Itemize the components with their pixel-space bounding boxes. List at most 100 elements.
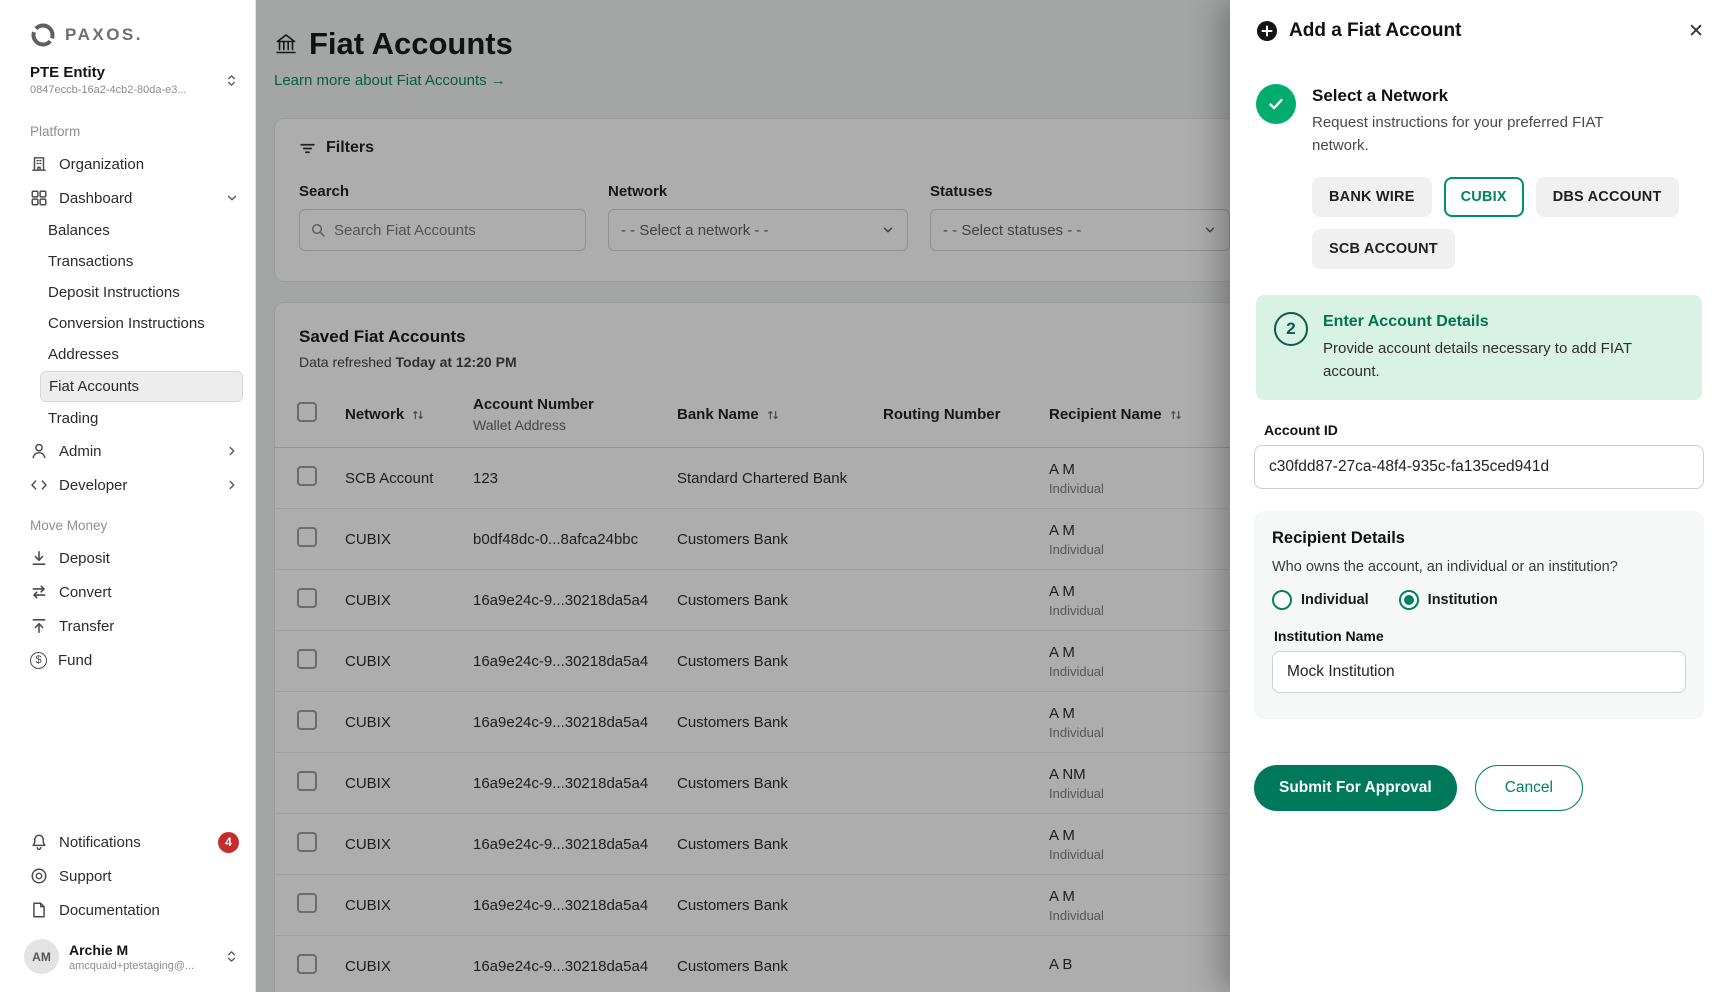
sidebar-item-addresses[interactable]: Addresses xyxy=(0,339,255,370)
sidebar-item-label: Notifications xyxy=(59,833,141,851)
chevrons-updown-icon xyxy=(227,951,236,962)
sidebar-item-fund[interactable]: $ Fund xyxy=(0,643,255,677)
step-select-network: Select a Network Request instructions fo… xyxy=(1230,58,1728,157)
dashboard-subnav: Balances Transactions Deposit Instructio… xyxy=(0,215,255,434)
sidebar-item-notifications[interactable]: Notifications 4 xyxy=(0,825,255,859)
network-option-cubix[interactable]: CUBIX xyxy=(1443,177,1524,217)
avatar: AM xyxy=(24,939,59,974)
paxos-logo-icon xyxy=(31,23,55,47)
sidebar-item-documentation[interactable]: Documentation xyxy=(0,893,255,927)
institution-name-label: Institution Name xyxy=(1274,628,1384,644)
lifebuoy-icon xyxy=(31,868,47,884)
step-enter-account-details: 2 Enter Account Details Provide account … xyxy=(1256,295,1702,400)
arrow-up-icon xyxy=(32,619,46,633)
app-root: PAXOS. PTE Entity 0847eccb-16a2-4cb2-80d… xyxy=(0,0,1728,992)
network-option-scb-account[interactable]: SCB ACCOUNT xyxy=(1312,229,1455,269)
radio-individual-label: Individual xyxy=(1301,592,1369,608)
network-option-bank-wire[interactable]: BANK WIRE xyxy=(1312,177,1432,217)
submit-for-approval-button[interactable]: Submit For Approval xyxy=(1254,765,1457,811)
sidebar-item-organization[interactable]: Organization xyxy=(0,147,255,181)
close-icon[interactable]: ✕ xyxy=(1688,22,1704,41)
document-icon xyxy=(33,902,45,918)
step2-title: Enter Account Details xyxy=(1323,313,1489,330)
sidebar-item-transfer[interactable]: Transfer xyxy=(0,609,255,643)
sidebar-item-label: Transfer xyxy=(59,617,115,635)
grid-icon xyxy=(31,190,47,206)
dollar-circle-icon: $ xyxy=(30,651,47,669)
step2-text: Enter Account Details Provide account de… xyxy=(1323,312,1653,383)
sidebar-item-label: Documentation xyxy=(59,901,160,919)
network-options: BANK WIRE CUBIX DBS ACCOUNT SCB ACCOUNT xyxy=(1312,177,1704,269)
chevron-right-icon xyxy=(229,446,235,456)
entity-name: PTE Entity xyxy=(30,64,106,81)
notifications-badge: 4 xyxy=(218,831,239,853)
building-icon xyxy=(32,157,46,171)
sidebar-item-convert[interactable]: Convert xyxy=(0,575,255,609)
bell-icon xyxy=(32,834,46,850)
drawer-header: Add a Fiat Account ✕ xyxy=(1230,0,1728,58)
radio-institution-label: Institution xyxy=(1427,592,1498,608)
sidebar-item-label: Deposit xyxy=(59,549,110,567)
sidebar-item-developer[interactable]: Developer xyxy=(0,468,255,502)
sidebar: PAXOS. PTE Entity 0847eccb-16a2-4cb2-80d… xyxy=(0,0,256,992)
user-name: Archie M xyxy=(69,941,129,958)
recipient-details-panel: Recipient Details Who owns the account, … xyxy=(1254,511,1704,719)
user-menu[interactable]: AM Archie M amcquaid+ptestaging@... xyxy=(0,927,255,982)
entity-id: 0847eccb-16a2-4cb2-80da-e3... xyxy=(30,84,187,96)
step1-description: Request instructions for your preferred … xyxy=(1312,114,1604,154)
radio-individual-circle xyxy=(1272,590,1292,610)
chevron-down-icon xyxy=(227,195,237,201)
paxos-logo-text: PAXOS. xyxy=(65,25,143,44)
sidebar-item-deposit[interactable]: Deposit xyxy=(0,541,255,575)
paxos-logo[interactable]: PAXOS. xyxy=(0,18,255,62)
entity-selector[interactable]: PTE Entity 0847eccb-16a2-4cb2-80da-e3... xyxy=(0,62,255,108)
user-email: amcquaid+ptestaging@... xyxy=(69,959,195,972)
institution-name-input[interactable] xyxy=(1272,651,1686,693)
sidebar-item-label: Fund xyxy=(58,651,93,669)
sidebar-item-fiat-accounts[interactable]: Fiat Accounts xyxy=(40,371,243,402)
sidebar-item-label: Convert xyxy=(59,583,112,601)
step2-number-icon: 2 xyxy=(1274,312,1308,346)
account-id-input[interactable] xyxy=(1254,445,1704,489)
sidebar-item-balances[interactable]: Balances xyxy=(0,215,255,246)
sidebar-item-label: Organization xyxy=(59,155,145,173)
step1-text: Select a Network Request instructions fo… xyxy=(1312,84,1632,157)
sidebar-item-label: Dashboard xyxy=(59,189,133,207)
network-option-dbs-account[interactable]: DBS ACCOUNT xyxy=(1535,177,1679,217)
plus-circle-icon xyxy=(1257,21,1277,41)
sidebar-item-support[interactable]: Support xyxy=(0,859,255,893)
recipient-question: Who owns the account, an individual or a… xyxy=(1272,559,1618,575)
sidebar-item-dashboard[interactable]: Dashboard xyxy=(0,181,255,215)
check-circle-icon xyxy=(1256,84,1296,124)
sidebar-item-trading[interactable]: Trading xyxy=(0,403,255,434)
code-icon xyxy=(31,480,47,490)
cancel-button[interactable]: Cancel xyxy=(1474,765,1583,811)
radio-institution-circle xyxy=(1398,590,1419,610)
sidebar-item-label: Admin xyxy=(59,442,102,460)
sidebar-item-label: Support xyxy=(59,867,112,885)
add-fiat-account-drawer: Add a Fiat Account ✕ Select a Network Re… xyxy=(1230,0,1728,992)
account-id-label: Account ID xyxy=(1264,422,1338,438)
sidebar-item-transactions[interactable]: Transactions xyxy=(0,246,255,277)
user-info: Archie M amcquaid+ptestaging@... xyxy=(69,942,194,972)
swap-arrows-icon xyxy=(32,585,46,599)
recipient-details-title: Recipient Details xyxy=(1272,529,1405,547)
sidebar-item-admin[interactable]: Admin xyxy=(0,434,255,468)
entity-info: PTE Entity 0847eccb-16a2-4cb2-80da-e3... xyxy=(30,64,187,96)
chevrons-updown-icon xyxy=(227,74,236,86)
sidebar-item-conversion-instructions[interactable]: Conversion Instructions xyxy=(0,308,255,339)
chevron-right-icon xyxy=(229,480,235,490)
radio-institution[interactable]: Institution xyxy=(1398,590,1498,610)
step1-title: Select a Network xyxy=(1312,86,1449,105)
step2-description: Provide account details necessary to add… xyxy=(1323,340,1632,380)
drawer-title: Add a Fiat Account xyxy=(1289,20,1462,41)
section-label-move-money: Move Money xyxy=(30,518,108,533)
sidebar-item-deposit-instructions[interactable]: Deposit Instructions xyxy=(0,277,255,308)
sidebar-item-label: Developer xyxy=(59,476,128,494)
drawer-actions: Submit For Approval Cancel xyxy=(1254,765,1728,811)
arrow-down-icon xyxy=(32,551,46,565)
radio-individual[interactable]: Individual xyxy=(1272,590,1369,610)
sidebar-footer: Notifications 4 Support Documentation AM… xyxy=(0,825,255,992)
person-icon xyxy=(32,443,46,459)
recipient-type-radios: Individual Institution xyxy=(1272,590,1686,610)
